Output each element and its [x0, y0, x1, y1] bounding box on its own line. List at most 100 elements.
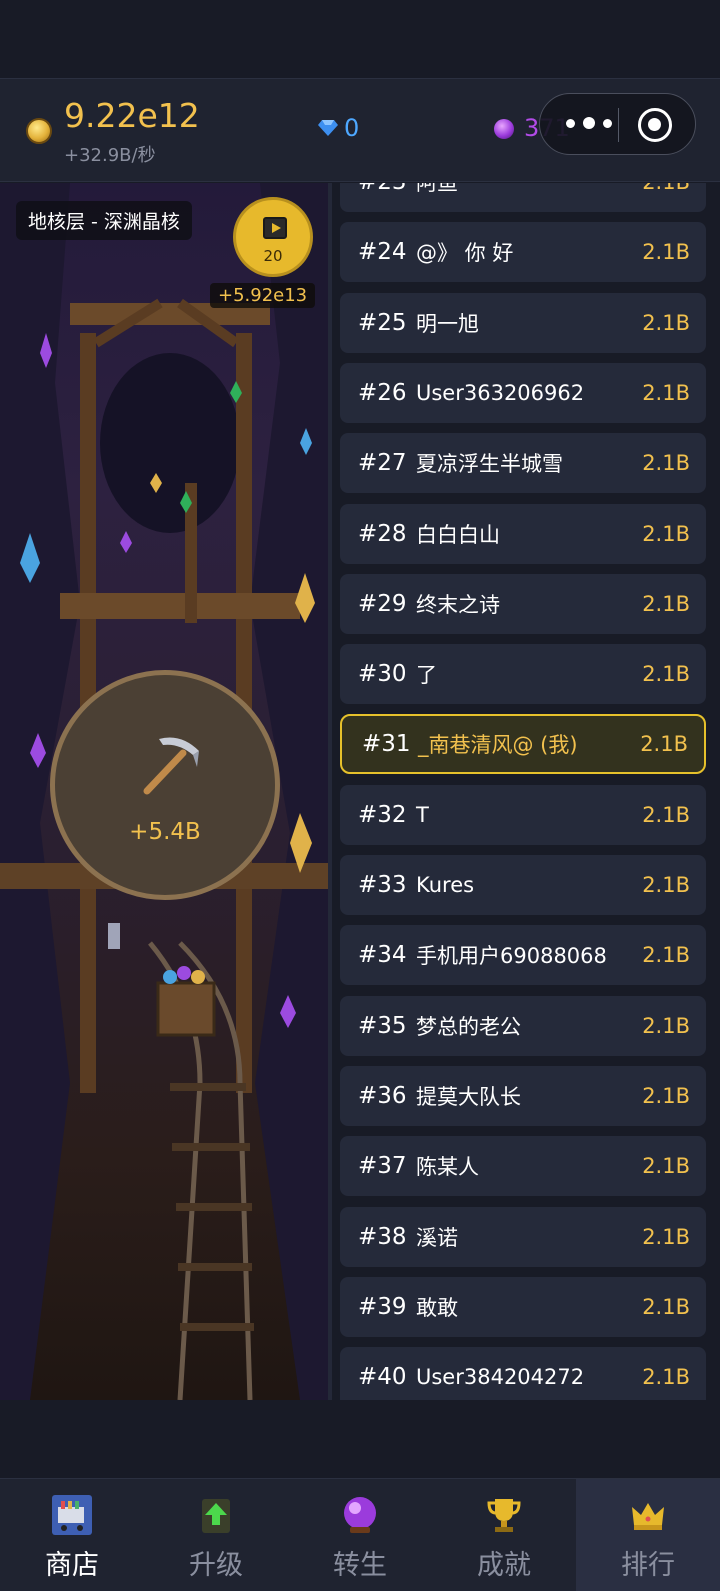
rank-number: #28 [358, 520, 407, 547]
player-name: @》 你 好 [416, 241, 514, 266]
more-dots-icon[interactable] [566, 111, 612, 135]
player-name: User363206962 [416, 380, 585, 405]
leaderboard-row[interactable]: #35 梦总的老公 2.1B [340, 995, 706, 1056]
leaderboard-row[interactable]: #37 陈某人 2.1B [340, 1136, 706, 1197]
nav-label-achievement: 成就 [477, 1550, 531, 1581]
rank-number: #24 [358, 239, 407, 266]
player-score: 2.1B [642, 380, 690, 405]
player-name: 阿鱼 [416, 183, 458, 195]
mine-scene: 地核层 - 深渊晶核 20 +5.92e13 +5.4B [0, 183, 328, 1400]
player-name: 白白白山 [416, 522, 500, 547]
click-reward: +5.4B [129, 819, 201, 845]
player-name: 了 [416, 663, 437, 688]
leaderboard-row[interactable]: #28 白白白山 2.1B [340, 503, 706, 564]
player-score: 2.1B [642, 310, 690, 335]
player-name: Kures [416, 873, 475, 897]
nav-label-rebirth: 转生 [333, 1550, 387, 1581]
player-score: 2.1B [642, 873, 690, 897]
player-score: 2.1B [642, 1294, 690, 1319]
leaderboard-row[interactable]: #38 溪诺 2.1B [340, 1206, 706, 1267]
player-name: 梦总的老公 [416, 1014, 521, 1039]
nav-shop[interactable]: 商店 [0, 1479, 144, 1591]
mine-click-button[interactable]: +5.4B [50, 670, 280, 900]
video-play-icon [263, 217, 287, 239]
rank-number: #32 [358, 801, 407, 828]
rank-number: #34 [358, 942, 407, 969]
rank-number: #27 [358, 450, 407, 477]
panel-divider [328, 183, 332, 1400]
rank-number: #25 [358, 309, 407, 336]
player-score: 2.1B [642, 1224, 690, 1249]
rank-number: #29 [358, 590, 407, 617]
shop-cart-icon [52, 1495, 92, 1535]
player-score: 2.1B [640, 732, 688, 757]
leaderboard-row[interactable]: #40 User384204272 2.1B [340, 1347, 706, 1400]
player-score: 2.1B [642, 943, 690, 968]
player-name: 溪诺 [416, 1225, 458, 1250]
gem-value: 0 [344, 114, 360, 142]
leaderboard-row[interactable]: #25 明一旭 2.1B [340, 292, 706, 353]
leaderboard-row[interactable]: #29 终末之诗 2.1B [340, 573, 706, 634]
player-score: 2.1B [642, 1365, 690, 1390]
rank-number: #26 [358, 379, 407, 406]
leaderboard-row[interactable]: #24 @》 你 好 2.1B [340, 222, 706, 283]
trophy-icon [487, 1499, 521, 1532]
player-score: 2.1B [642, 451, 690, 476]
leaderboard-row[interactable]: #23 阿鱼 2.1B [340, 183, 706, 212]
gold-coin-icon [26, 118, 52, 144]
capsule-divider [618, 108, 619, 142]
player-score: 2.1B [642, 802, 690, 827]
nav-label-upgrade: 升级 [189, 1550, 243, 1581]
player-score: 2.1B [642, 591, 690, 616]
video-count: 20 [263, 247, 283, 265]
target-circle-icon[interactable] [638, 108, 672, 142]
player-score: 2.1B [642, 662, 690, 687]
leaderboard-row[interactable]: #32 T 2.1B [340, 784, 706, 845]
leaderboard-row[interactable]: #39 敢敢 2.1B [340, 1276, 706, 1337]
player-name: _南巷清风@ (我) [418, 733, 578, 758]
upgrade-arrow-icon [202, 1499, 230, 1533]
leaderboard-row[interactable]: #34 手机用户69088068 2.1B [340, 925, 706, 986]
player-score: 2.1B [642, 1083, 690, 1108]
rank-number: #37 [358, 1153, 407, 1180]
leaderboard-row[interactable]: #33 Kures 2.1B [340, 855, 706, 915]
layer-name-label: 地核层 - 深渊晶核 [16, 201, 192, 240]
nav-upgrade[interactable]: 升级 [144, 1479, 288, 1591]
leaderboard-row[interactable]: #26 User363206962 2.1B [340, 362, 706, 423]
rank-number: #36 [358, 1082, 407, 1109]
pickaxe-icon [143, 737, 199, 795]
blue-gem-icon [318, 120, 338, 136]
rebirth-orb-icon [344, 1497, 376, 1533]
leaderboard-list[interactable]: #23 阿鱼 2.1B #24 @》 你 好 2.1B #25 明一旭 2.1B #26 User3… [338, 183, 710, 1400]
rank-number: #39 [358, 1293, 407, 1320]
player-score: 2.1B [642, 240, 690, 265]
player-name: T [416, 802, 429, 827]
video-reward-button[interactable]: 20 [233, 197, 313, 277]
purple-orb-icon [494, 119, 514, 139]
nav-rebirth[interactable]: 转生 [288, 1479, 432, 1591]
rank-number: #38 [358, 1223, 407, 1250]
gold-rate: +32.9B/秒 [64, 145, 156, 166]
player-name: 终末之诗 [416, 592, 500, 617]
leaderboard-row[interactable]: #30 了 2.1B [340, 644, 706, 705]
nav-label-shop: 商店 [45, 1550, 99, 1581]
nav-achievement[interactable]: 成就 [432, 1479, 576, 1591]
crown-icon [632, 1503, 664, 1530]
rank-number: #31 [362, 731, 411, 758]
player-name: User384204272 [416, 1365, 585, 1390]
player-score: 2.1B [642, 183, 690, 194]
player-score: 2.1B [642, 1154, 690, 1179]
gold-value: 9.22e12 [64, 96, 200, 135]
leaderboard-row-self[interactable]: #31 _南巷清风@ (我) 2.1B [340, 714, 706, 775]
nav-ranking[interactable]: 排行 [576, 1479, 720, 1591]
player-name: 手机用户69088068 [416, 944, 607, 969]
player-name: 陈某人 [416, 1155, 479, 1180]
rank-number: #33 [358, 872, 407, 898]
rank-number: #23 [358, 183, 407, 195]
nav-label-ranking: 排行 [621, 1550, 675, 1581]
leaderboard-row[interactable]: #27 夏凉浮生半城雪 2.1B [340, 433, 706, 494]
bottom-nav: 商店 升级 转生 成就 排行 [0, 1478, 720, 1591]
player-name: 明一旭 [416, 311, 479, 336]
leaderboard-row[interactable]: #36 提莫大队长 2.1B [340, 1065, 706, 1126]
video-reward-amount: +5.92e13 [210, 283, 316, 308]
